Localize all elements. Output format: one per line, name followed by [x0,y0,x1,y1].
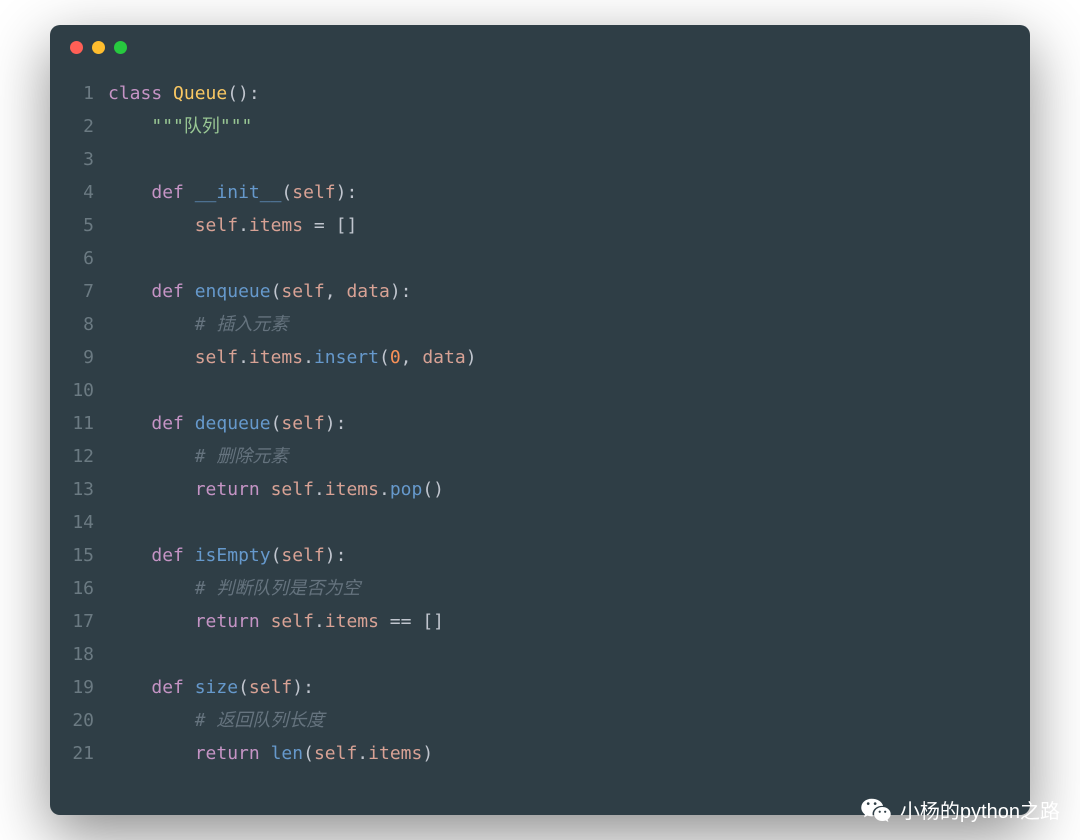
line-number: 7 [50,275,108,308]
code-content: # 判断队列是否为空 [108,572,360,605]
code-content: # 返回队列长度 [108,704,324,737]
wechat-icon [860,797,892,823]
line-number: 19 [50,671,108,704]
code-line: 17 return self.items == [] [50,605,1030,638]
code-line: 4 def __init__(self): [50,176,1030,209]
code-content: # 插入元素 [108,308,288,341]
code-line: 3 [50,143,1030,176]
code-line: 18 [50,638,1030,671]
line-number: 4 [50,176,108,209]
code-line: 12 # 删除元素 [50,440,1030,473]
code-content: def __init__(self): [108,176,357,209]
code-content: def size(self): [108,671,314,704]
code-line: 10 [50,374,1030,407]
zoom-icon[interactable] [114,41,127,54]
code-line: 9 self.items.insert(0, data) [50,341,1030,374]
code-line: 14 [50,506,1030,539]
code-line: 19 def size(self): [50,671,1030,704]
code-line: 8 # 插入元素 [50,308,1030,341]
line-number: 16 [50,572,108,605]
close-icon[interactable] [70,41,83,54]
code-line: 2 """队列""" [50,110,1030,143]
code-content: def dequeue(self): [108,407,346,440]
line-number: 15 [50,539,108,572]
line-number: 9 [50,341,108,374]
line-number: 6 [50,242,108,275]
line-number: 17 [50,605,108,638]
watermark-text: 小杨的python之路 [900,795,1060,824]
line-number: 13 [50,473,108,506]
code-content: return self.items.pop() [108,473,444,506]
line-number: 8 [50,308,108,341]
line-number: 5 [50,209,108,242]
line-number: 2 [50,110,108,143]
code-content: self.items.insert(0, data) [108,341,477,374]
line-number: 12 [50,440,108,473]
code-line: 5 self.items = [] [50,209,1030,242]
code-content: return len(self.items) [108,737,433,770]
code-line: 15 def isEmpty(self): [50,539,1030,572]
watermark: 小杨的python之路 [860,795,1060,824]
code-line: 21 return len(self.items) [50,737,1030,770]
code-content: def isEmpty(self): [108,539,346,572]
code-content: return self.items == [] [108,605,444,638]
code-line: 13 return self.items.pop() [50,473,1030,506]
minimize-icon[interactable] [92,41,105,54]
line-number: 21 [50,737,108,770]
line-number: 3 [50,143,108,176]
code-content: def enqueue(self, data): [108,275,412,308]
line-number: 20 [50,704,108,737]
code-line: 1class Queue(): [50,77,1030,110]
line-number: 14 [50,506,108,539]
code-line: 20 # 返回队列长度 [50,704,1030,737]
code-content: class Queue(): [108,77,260,110]
titlebar [50,25,1030,69]
code-line: 7 def enqueue(self, data): [50,275,1030,308]
code-window: 1class Queue():2 """队列"""34 def __init__… [50,25,1030,815]
code-line: 16 # 判断队列是否为空 [50,572,1030,605]
line-number: 1 [50,77,108,110]
line-number: 10 [50,374,108,407]
code-content: # 删除元素 [108,440,288,473]
code-area: 1class Queue():2 """队列"""34 def __init__… [50,69,1030,770]
line-number: 18 [50,638,108,671]
code-line: 11 def dequeue(self): [50,407,1030,440]
code-content: """队列""" [108,110,252,143]
line-number: 11 [50,407,108,440]
code-content: self.items = [] [108,209,357,242]
code-line: 6 [50,242,1030,275]
